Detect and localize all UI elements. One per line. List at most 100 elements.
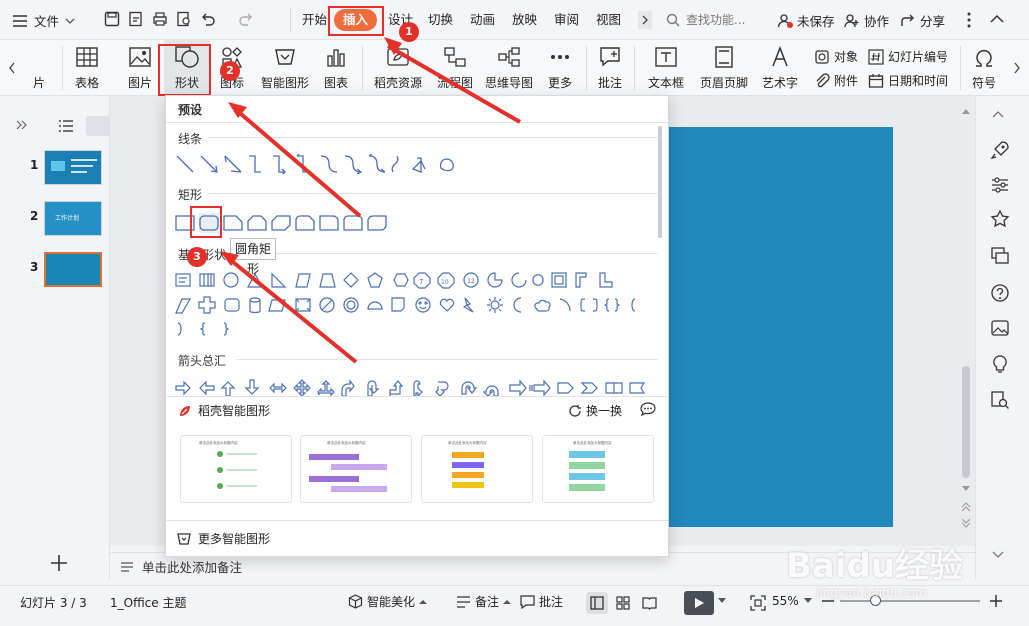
- help-icon[interactable]: [990, 283, 1010, 303]
- undo-icon[interactable]: [200, 11, 216, 27]
- snip-diagonal-rectangle-shape[interactable]: [271, 213, 291, 233]
- save-icon[interactable]: [104, 11, 120, 27]
- snip-round-rectangle-shape[interactable]: [295, 213, 315, 233]
- zoom-in-icon[interactable]: [990, 595, 1002, 607]
- slide-thumbnail-3[interactable]: [44, 252, 102, 287]
- mindmap-label: 思维导图: [484, 76, 533, 90]
- snip-same-side-rectangle-shape[interactable]: [247, 213, 267, 233]
- attachment-button[interactable]: 附件: [814, 72, 858, 90]
- snip-corner-rectangle-shape[interactable]: [223, 213, 243, 233]
- outline-view-icon[interactable]: [58, 120, 74, 132]
- more-smart-shapes-link[interactable]: 更多智能图形: [176, 530, 270, 547]
- star-effects-icon[interactable]: [990, 209, 1010, 229]
- scroll-thumb[interactable]: [962, 366, 970, 478]
- chevron-up-icon[interactable]: [992, 110, 1004, 118]
- round-same-side-rectangle-shape[interactable]: [343, 213, 363, 233]
- round-single-corner-rectangle-shape[interactable]: [319, 213, 339, 233]
- tab-animation[interactable]: 动画: [470, 9, 495, 31]
- transition-icon[interactable]: [990, 246, 1010, 266]
- line-shapes-row[interactable]: [176, 154, 456, 174]
- redo-icon[interactable]: [238, 11, 254, 27]
- export-pdf-icon[interactable]: [128, 11, 144, 27]
- sliders-icon[interactable]: [990, 175, 1010, 195]
- collapse-ribbon-icon[interactable]: [990, 14, 1004, 24]
- current-slide[interactable]: [668, 127, 893, 527]
- thumb-image: [51, 161, 65, 171]
- comments-toggle-button[interactable]: 批注: [520, 593, 563, 610]
- smart-shape-card-2[interactable]: 单击此处添加大标题内容: [300, 435, 412, 503]
- picture-partial-button[interactable]: 片: [24, 40, 54, 96]
- tab-home[interactable]: 开始: [302, 9, 327, 31]
- slide-thumbnail-2[interactable]: 工作计划: [44, 201, 102, 236]
- mindmap-button[interactable]: 思维导图: [482, 40, 536, 96]
- smart-shape-card-3[interactable]: 单击此处添加大标题内容: [421, 435, 533, 503]
- print-icon[interactable]: [152, 11, 168, 27]
- normal-view-button[interactable]: [586, 592, 608, 614]
- tab-view[interactable]: 视图: [596, 9, 621, 31]
- slide-view-toggle[interactable]: [86, 116, 110, 136]
- ribbon-scroll-right[interactable]: [1011, 58, 1023, 78]
- round-diagonal-rectangle-shape[interactable]: [367, 213, 387, 233]
- theme-name[interactable]: 1_Office 主题: [110, 594, 186, 611]
- scroll-up-icon[interactable]: [962, 108, 970, 114]
- wordart-button[interactable]: 艺术字: [756, 40, 804, 96]
- tab-review[interactable]: 审阅: [554, 9, 579, 31]
- unsaved-button[interactable]: 未保存: [777, 11, 835, 30]
- vertical-scrollbar[interactable]: [960, 100, 972, 540]
- collab-button[interactable]: 协作: [844, 11, 889, 30]
- reading-view-icon[interactable]: [642, 596, 657, 610]
- smart-shape-button[interactable]: 智能图形: [258, 40, 312, 96]
- rocket-icon[interactable]: [990, 140, 1010, 160]
- lightbulb-icon[interactable]: [990, 354, 1010, 374]
- collab-icon: [844, 13, 860, 29]
- smart-shape-card-1[interactable]: 单击此处添加大标题内容: [180, 435, 292, 503]
- search-input[interactable]: 查找功能...: [686, 11, 745, 28]
- basic-shapes-grid[interactable]: 7 10 12: [175, 271, 645, 341]
- tab-scroll-right[interactable]: [638, 11, 652, 29]
- smart-shape-card-4[interactable]: 单击此处添加大标题内容: [542, 435, 654, 503]
- picture-partial-label: 片: [32, 76, 45, 90]
- highlight-box-rounded-rect: [190, 206, 222, 238]
- tab-slideshow[interactable]: 放映: [512, 9, 537, 31]
- tab-transition[interactable]: 切换: [428, 9, 453, 31]
- notes-toggle-button[interactable]: 备注: [456, 593, 512, 610]
- dropdown-scrollbar[interactable]: [658, 126, 662, 238]
- slide-thumbnail-1[interactable]: [44, 150, 102, 185]
- smart-beautify-button[interactable]: 智能美化: [348, 593, 428, 610]
- caret-down-icon[interactable]: [718, 598, 726, 604]
- more-insert-button[interactable]: 更多: [540, 40, 580, 96]
- header-footer-button[interactable]: 页眉页脚: [698, 40, 750, 96]
- find-replace-icon[interactable]: [990, 390, 1010, 410]
- share-button[interactable]: 分享: [900, 11, 945, 30]
- symbol-button[interactable]: 符号: [964, 40, 1004, 96]
- next-slide-icon[interactable]: [962, 518, 970, 528]
- ribbon-scroll-left[interactable]: [6, 58, 18, 78]
- comment-button[interactable]: 批注: [592, 40, 628, 96]
- flowchart-button[interactable]: 流程图: [432, 40, 478, 96]
- chevron-down-icon[interactable]: [992, 551, 1004, 559]
- file-menu[interactable]: 文件: [12, 11, 75, 30]
- grid-view-icon[interactable]: [616, 596, 630, 610]
- scroll-down-icon[interactable]: [962, 486, 970, 492]
- date-time-button[interactable]: 日期和时间: [868, 72, 948, 90]
- slide-number-button[interactable]: 幻灯片编号: [868, 48, 948, 66]
- object-button[interactable]: 对象: [814, 48, 858, 66]
- notes-placeholder[interactable]: 单击此处添加备注: [142, 557, 242, 576]
- more-options-icon[interactable]: [967, 12, 971, 28]
- play-slideshow-button[interactable]: [684, 591, 714, 615]
- textbox-button[interactable]: 文本框: [640, 40, 692, 96]
- picture-button[interactable]: 图片: [120, 40, 160, 96]
- add-slide-icon[interactable]: [50, 554, 68, 572]
- daoke-resources-button[interactable]: 稻壳资源: [370, 40, 426, 96]
- print-preview-icon[interactable]: [176, 11, 192, 27]
- search-box[interactable]: 查找功能...: [666, 11, 766, 28]
- fit-window-icon[interactable]: [750, 595, 766, 611]
- table-button[interactable]: 表格: [66, 40, 108, 96]
- refresh-button[interactable]: 换一换: [568, 402, 622, 419]
- collapse-pane-icon[interactable]: [16, 120, 28, 130]
- gallery-icon[interactable]: [990, 318, 1010, 338]
- prev-slide-icon[interactable]: [962, 502, 970, 512]
- feedback-icon[interactable]: [640, 402, 656, 416]
- flowchart-label: 流程图: [436, 76, 473, 90]
- chart-button[interactable]: 图表: [316, 40, 356, 96]
